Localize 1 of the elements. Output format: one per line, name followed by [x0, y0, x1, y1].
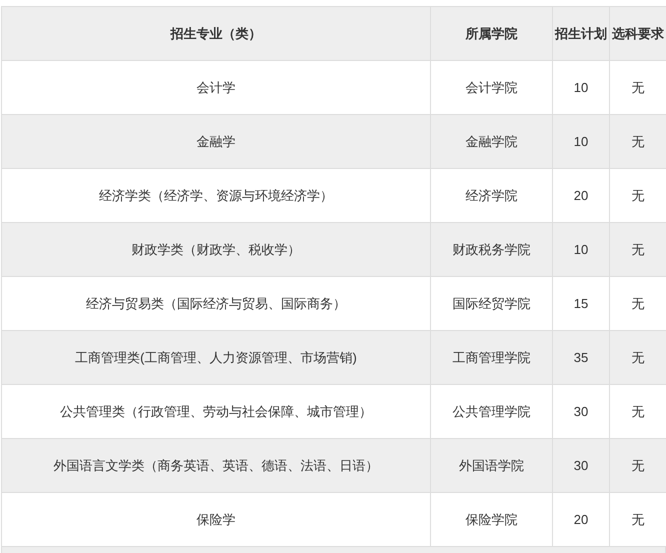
column-header: 招生专业（类） [2, 6, 430, 60]
